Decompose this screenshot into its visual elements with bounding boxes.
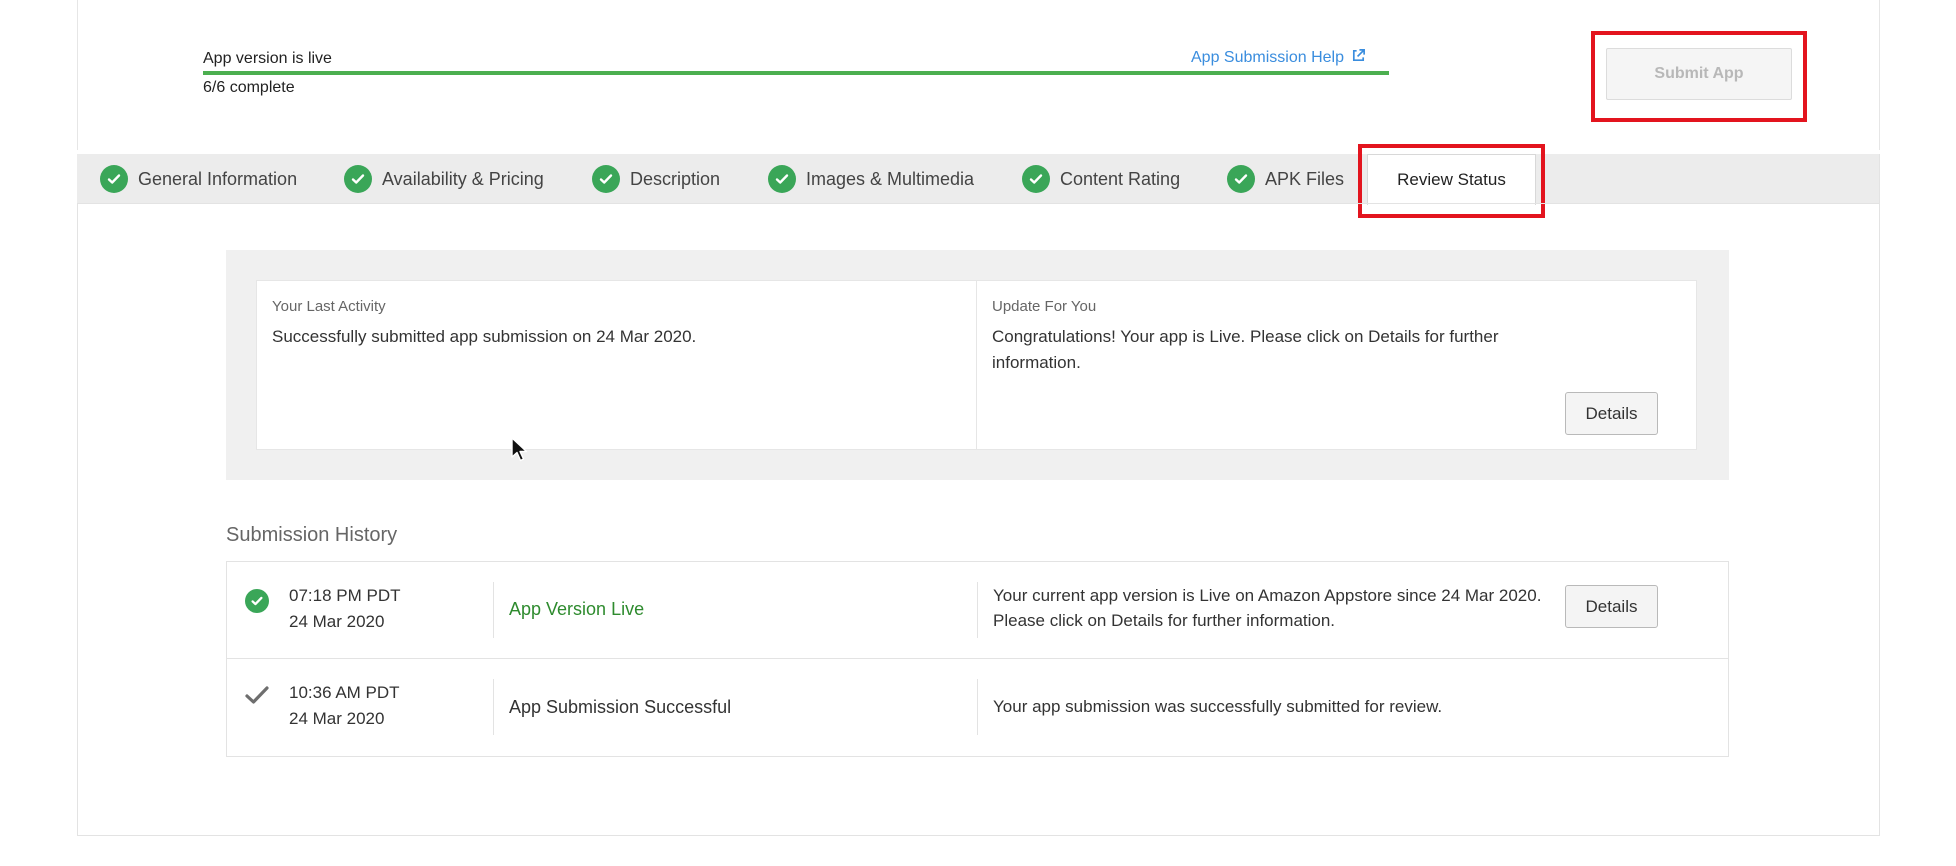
app-submission-help-link[interactable]: App Submission Help	[1191, 48, 1366, 68]
tab-label: Images & Multimedia	[806, 168, 975, 189]
check-circle-icon	[344, 165, 372, 193]
tab-general-information[interactable]: General Information	[100, 154, 297, 204]
status-title: App version is live	[203, 50, 332, 67]
tab-availability-pricing[interactable]: Availability & Pricing	[344, 154, 544, 204]
last-activity-label: Your Last Activity	[272, 298, 386, 315]
checkmark-icon	[245, 685, 269, 710]
progress-bar	[203, 71, 1389, 75]
update-text: Congratulations! Your app is Live. Pleas…	[992, 327, 1499, 372]
tab-label: General Information	[138, 168, 298, 189]
submission-history-table: 07:18 PM PDT 24 Mar 2020 App Version Liv…	[226, 561, 1729, 757]
tab-apk-files[interactable]: APK Files	[1227, 154, 1344, 204]
check-circle-icon	[592, 165, 620, 193]
tab-bar: General Information Availability & Prici…	[77, 154, 1880, 205]
history-date-value: 24 Mar 2020	[289, 709, 385, 728]
update-details-button[interactable]: Details	[1565, 392, 1658, 435]
activity-card: Your Last Activity Successfully submitte…	[256, 280, 1697, 450]
submit-app-button[interactable]: Submit App	[1606, 48, 1792, 100]
progress-text: 6/6 complete	[203, 79, 295, 96]
tab-label: Review Status	[1397, 170, 1506, 189]
last-activity-text: Successfully submitted app submission on…	[272, 327, 697, 346]
check-circle-icon	[1227, 165, 1255, 193]
mouse-cursor-icon	[511, 437, 529, 468]
tab-label: Content Rating	[1060, 168, 1181, 189]
check-circle-icon	[1022, 165, 1050, 193]
tab-description[interactable]: Description	[592, 154, 720, 204]
history-status: App Version Live	[509, 599, 645, 619]
tab-review-status[interactable]: Review Status	[1367, 154, 1536, 205]
history-time: 10:36 AM PDT 24 Mar 2020	[289, 680, 400, 732]
tab-label: Availability & Pricing	[382, 168, 544, 189]
history-row: 10:36 AM PDT 24 Mar 2020 App Submission …	[227, 659, 1728, 756]
help-link-label: App Submission Help	[1191, 49, 1344, 66]
history-time-value: 07:18 PM PDT	[289, 586, 401, 605]
tab-label: Description	[630, 168, 721, 189]
column-divider	[493, 582, 494, 638]
external-link-icon	[1351, 48, 1366, 68]
update-label: Update For You	[992, 298, 1097, 315]
history-time: 07:18 PM PDT 24 Mar 2020	[289, 583, 401, 635]
check-circle-icon	[245, 589, 269, 613]
tab-label: APK Files	[1265, 168, 1345, 189]
history-time-value: 10:36 AM PDT	[289, 683, 400, 702]
history-date-value: 24 Mar 2020	[289, 612, 385, 631]
column-divider	[493, 679, 494, 735]
submission-history-title: Submission History	[226, 524, 398, 546]
history-description: Your current app version is Live on Amaz…	[993, 586, 1542, 630]
column-divider	[976, 281, 977, 449]
column-divider	[977, 582, 978, 638]
history-status: App Submission Successful	[509, 697, 732, 717]
tab-images-multimedia[interactable]: Images & Multimedia	[768, 154, 974, 204]
tab-content-rating[interactable]: Content Rating	[1022, 154, 1180, 204]
check-circle-icon	[768, 165, 796, 193]
progress-fill	[203, 71, 1389, 75]
history-description: Your app submission was successfully sub…	[993, 697, 1443, 716]
history-details-button[interactable]: Details	[1565, 585, 1658, 628]
column-divider	[977, 679, 978, 735]
history-row: 07:18 PM PDT 24 Mar 2020 App Version Liv…	[227, 562, 1728, 659]
check-circle-icon	[100, 165, 128, 193]
